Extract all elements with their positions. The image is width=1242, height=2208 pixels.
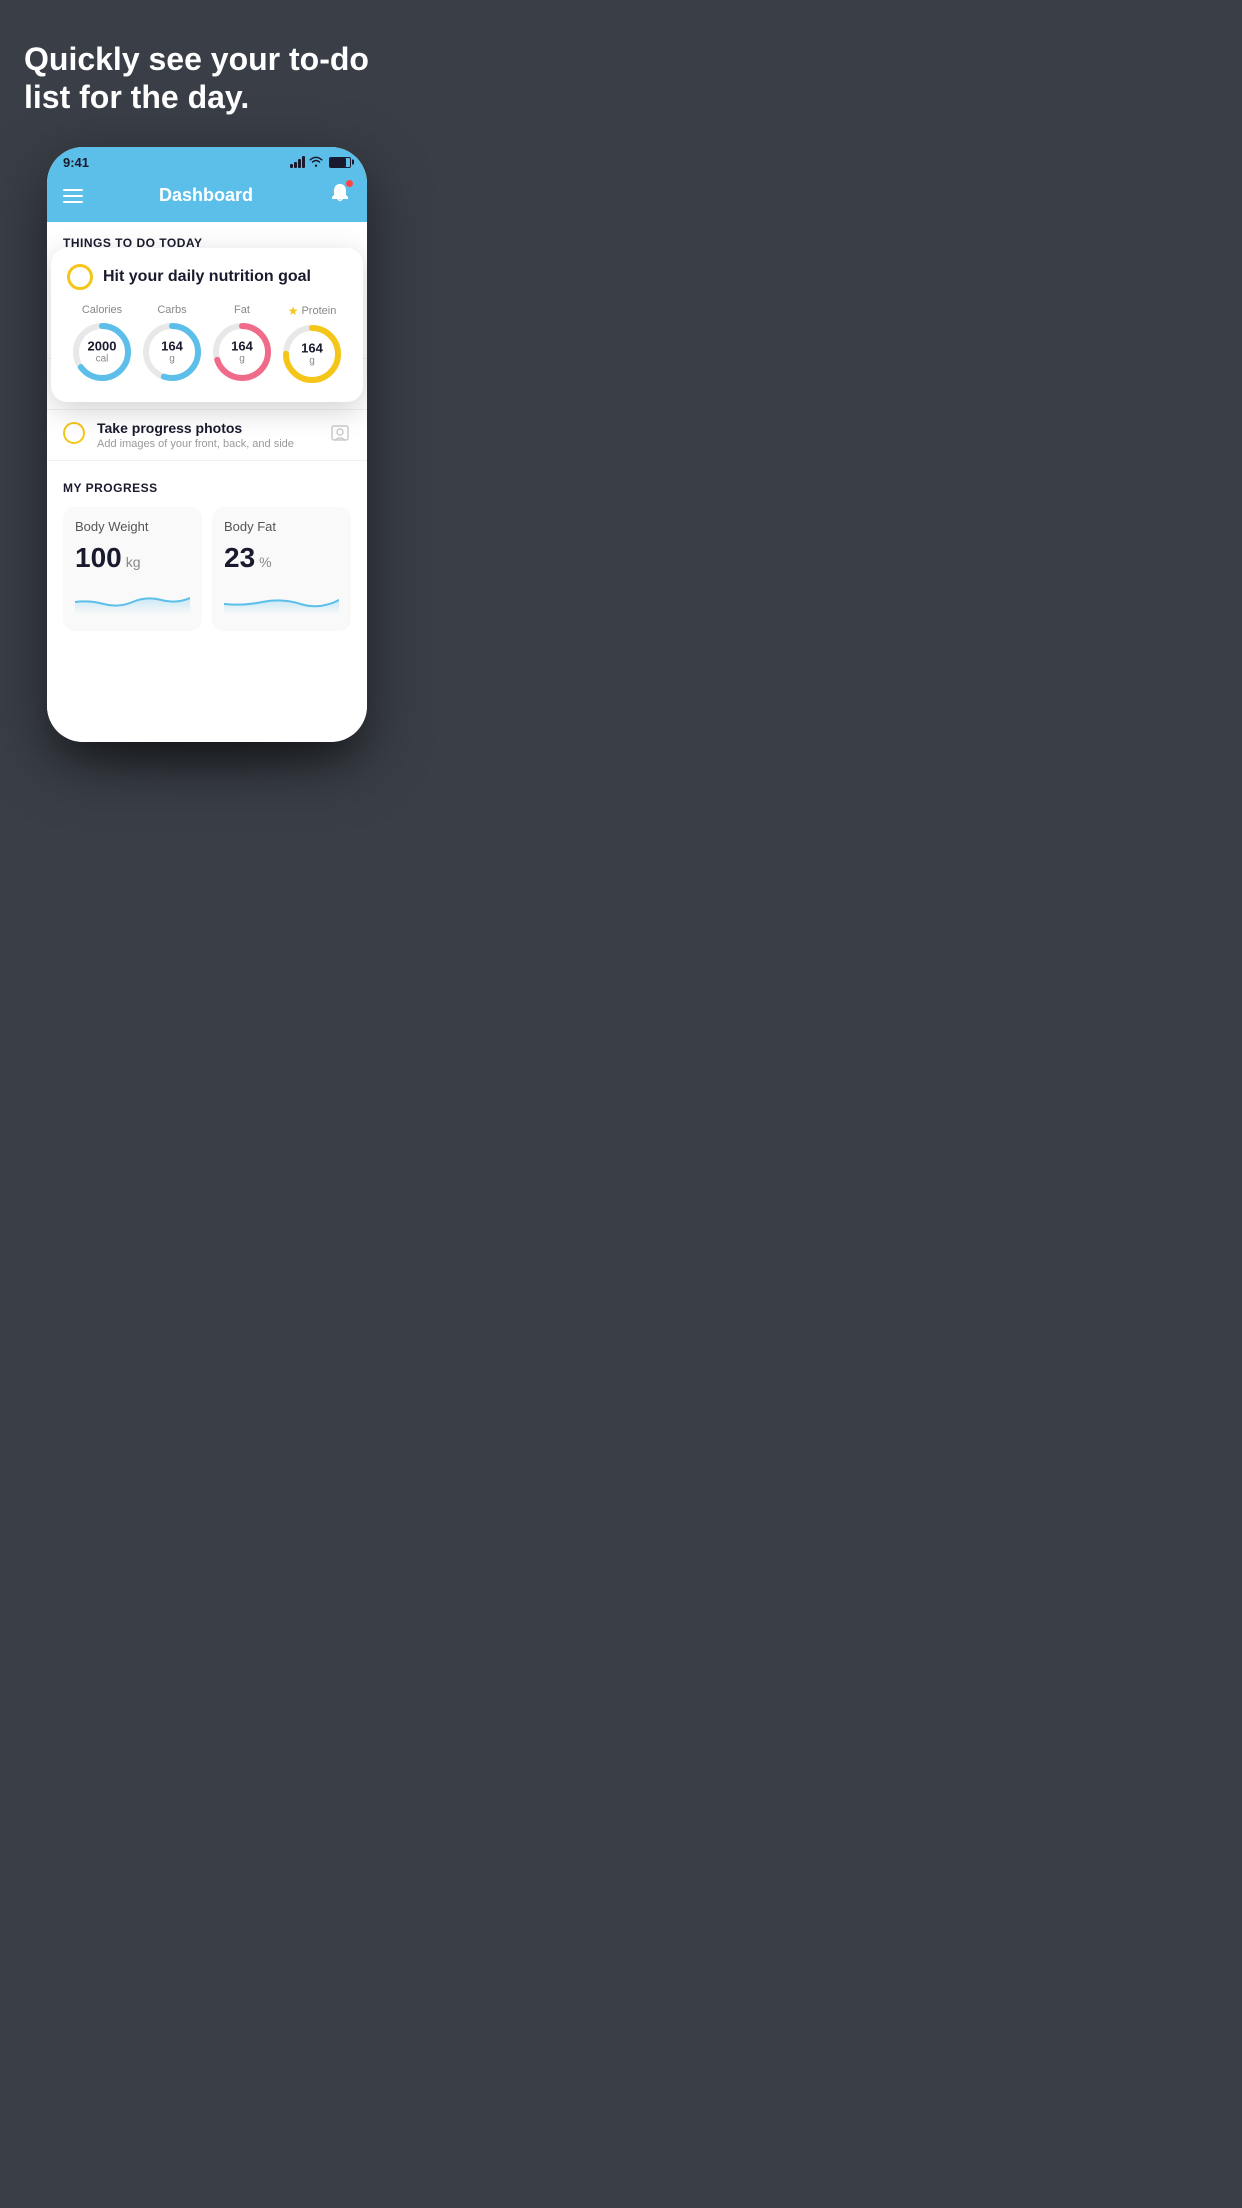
macro-fat: Fat 164 g [210, 304, 274, 384]
nutrition-circle-check[interactable] [67, 264, 93, 290]
macro-calories: Calories 2000 cal [70, 304, 134, 384]
phone-mockup: 9:41 [47, 147, 367, 742]
body-weight-value: 100 [75, 542, 122, 574]
nutrition-card: Hit your daily nutrition goal Calories [51, 248, 363, 402]
carbs-label: Carbs [157, 304, 186, 316]
signal-bars-icon [290, 156, 305, 168]
photos-text: Take progress photos Add images of your … [97, 420, 317, 450]
photos-subtitle: Add images of your front, back, and side [97, 438, 317, 450]
body-weight-unit: kg [126, 554, 141, 570]
todo-progress-photos[interactable]: Take progress photos Add images of your … [47, 410, 367, 461]
protein-star-icon: ★ [288, 304, 299, 318]
carbs-donut: 164 g [140, 320, 204, 384]
hamburger-menu-icon[interactable] [63, 189, 83, 203]
status-time: 9:41 [63, 155, 89, 170]
body-fat-value: 23 [224, 542, 255, 574]
body-fat-sparkline [224, 582, 339, 614]
bell-icon[interactable] [329, 182, 351, 210]
nutrition-card-title: Hit your daily nutrition goal [103, 268, 311, 286]
carbs-unit: g [161, 353, 183, 364]
body-fat-value-row: 23 % [224, 542, 339, 574]
fat-unit: g [231, 353, 253, 364]
body-fat-unit: % [259, 554, 271, 570]
body-weight-card[interactable]: Body Weight 100 kg [63, 507, 202, 631]
photos-circle [63, 422, 85, 444]
body-weight-label: Body Weight [75, 519, 190, 534]
body-weight-sparkline [75, 582, 190, 614]
progress-section: MY PROGRESS Body Weight 100 kg [47, 461, 367, 647]
protein-value: 164 [301, 341, 323, 355]
calories-label: Calories [82, 304, 122, 316]
carbs-value: 164 [161, 339, 183, 353]
calories-donut: 2000 cal [70, 320, 134, 384]
phone-mockup-container: 9:41 [24, 147, 390, 742]
fat-value: 164 [231, 339, 253, 353]
progress-header: MY PROGRESS [63, 481, 351, 495]
nav-title: Dashboard [159, 185, 253, 206]
status-icons [290, 155, 351, 170]
protein-label: ★ Protein [288, 304, 337, 318]
notification-dot [346, 180, 353, 187]
hero-text: Quickly see your to-do list for the day. [24, 40, 390, 117]
fat-donut: 164 g [210, 320, 274, 384]
body-weight-value-row: 100 kg [75, 542, 190, 574]
macro-protein: ★ Protein 164 [280, 304, 344, 386]
protein-unit: g [301, 355, 323, 366]
calories-unit: cal [88, 353, 117, 364]
status-bar: 9:41 [47, 147, 367, 174]
macro-carbs: Carbs 164 g [140, 304, 204, 384]
photos-title: Take progress photos [97, 420, 317, 436]
fat-label: Fat [234, 304, 250, 316]
body-fat-label: Body Fat [224, 519, 339, 534]
person-photo-icon [329, 422, 351, 449]
calories-value: 2000 [88, 339, 117, 353]
nav-bar: Dashboard [47, 174, 367, 222]
macros-row: Calories 2000 cal [67, 304, 347, 386]
battery-icon [329, 157, 351, 168]
wifi-icon [309, 155, 323, 170]
nutrition-card-title-row: Hit your daily nutrition goal [67, 264, 347, 290]
body-fat-card[interactable]: Body Fat 23 % [212, 507, 351, 631]
phone-content: THINGS TO DO TODAY Hit your daily nutrit… [47, 222, 367, 742]
protein-donut: 164 g [280, 322, 344, 386]
progress-cards: Body Weight 100 kg [63, 507, 351, 631]
